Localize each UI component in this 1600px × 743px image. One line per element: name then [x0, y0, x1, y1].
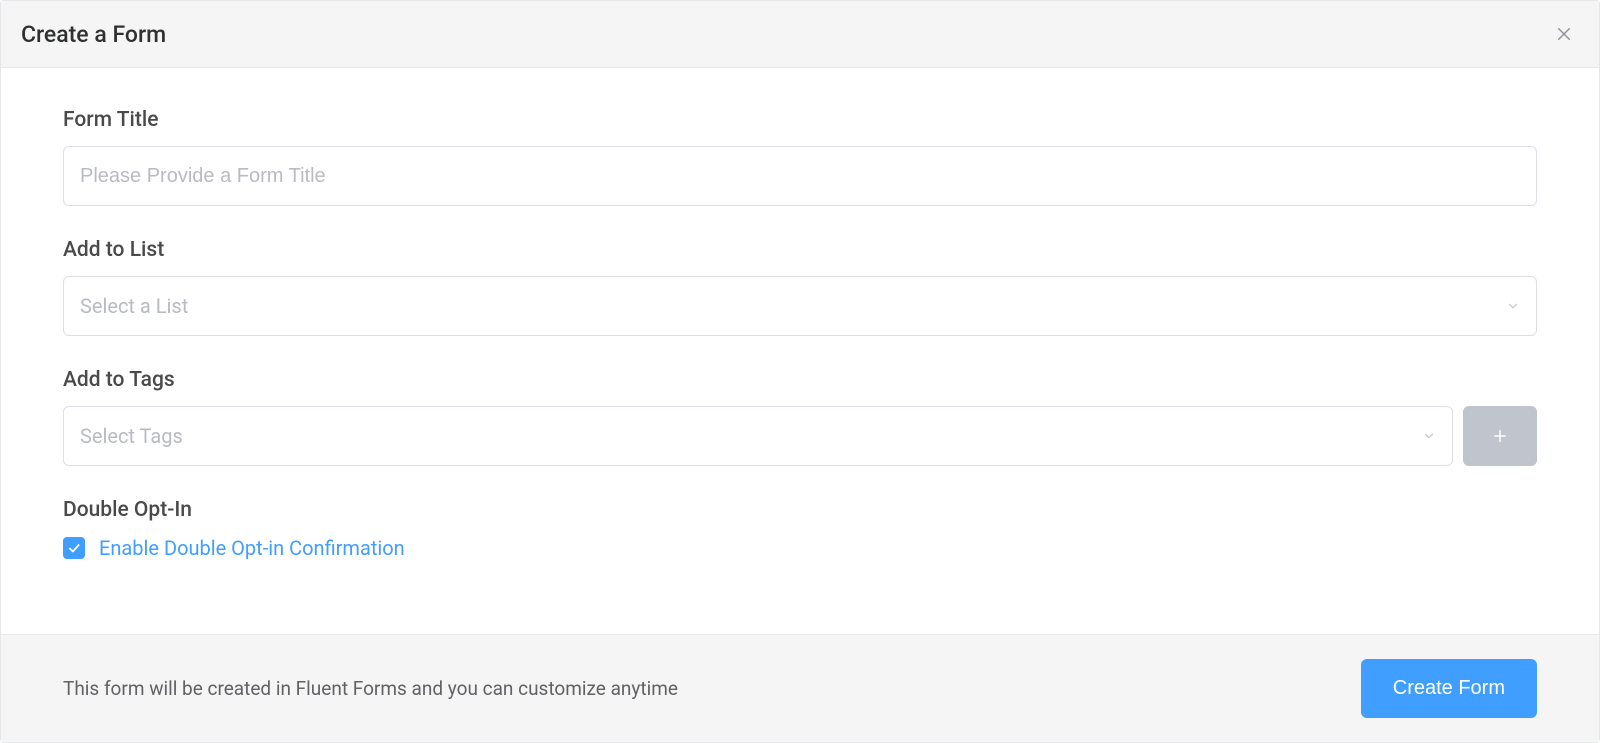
- form-title-label: Form Title: [63, 108, 1537, 132]
- double-optin-group: Double Opt-In Enable Double Opt-in Confi…: [63, 498, 1537, 560]
- modal-footer: This form will be created in Fluent Form…: [1, 634, 1599, 742]
- add-to-list-label: Add to List: [63, 238, 1537, 262]
- double-optin-label: Double Opt-In: [63, 498, 1537, 522]
- list-select-placeholder: Select a List: [80, 294, 188, 318]
- add-to-tags-group: Add to Tags Select Tags: [63, 368, 1537, 466]
- check-icon: [67, 541, 81, 555]
- form-title-input[interactable]: [63, 146, 1537, 206]
- tags-select-placeholder: Select Tags: [80, 424, 183, 448]
- create-form-modal: Create a Form Form Title Add to List Sel…: [0, 0, 1600, 743]
- close-button[interactable]: [1549, 19, 1579, 49]
- footer-text: This form will be created in Fluent Form…: [63, 677, 678, 700]
- double-optin-checkbox-label: Enable Double Opt-in Confirmation: [99, 536, 405, 560]
- chevron-down-icon: [1506, 299, 1520, 313]
- create-form-button[interactable]: Create Form: [1361, 659, 1537, 718]
- modal-header: Create a Form: [1, 1, 1599, 68]
- add-to-list-group: Add to List Select a List: [63, 238, 1537, 336]
- modal-body: Form Title Add to List Select a List Add…: [1, 68, 1599, 634]
- list-select[interactable]: Select a List: [63, 276, 1537, 336]
- add-to-tags-label: Add to Tags: [63, 368, 1537, 392]
- tags-select[interactable]: Select Tags: [63, 406, 1453, 466]
- chevron-down-icon: [1422, 429, 1436, 443]
- modal-title: Create a Form: [21, 21, 166, 48]
- plus-icon: [1491, 427, 1509, 445]
- checkbox-box: [63, 537, 85, 559]
- double-optin-checkbox[interactable]: Enable Double Opt-in Confirmation: [63, 536, 1537, 560]
- tags-row: Select Tags: [63, 406, 1537, 466]
- add-tag-button[interactable]: [1463, 406, 1537, 466]
- close-icon: [1555, 25, 1573, 43]
- form-title-group: Form Title: [63, 108, 1537, 206]
